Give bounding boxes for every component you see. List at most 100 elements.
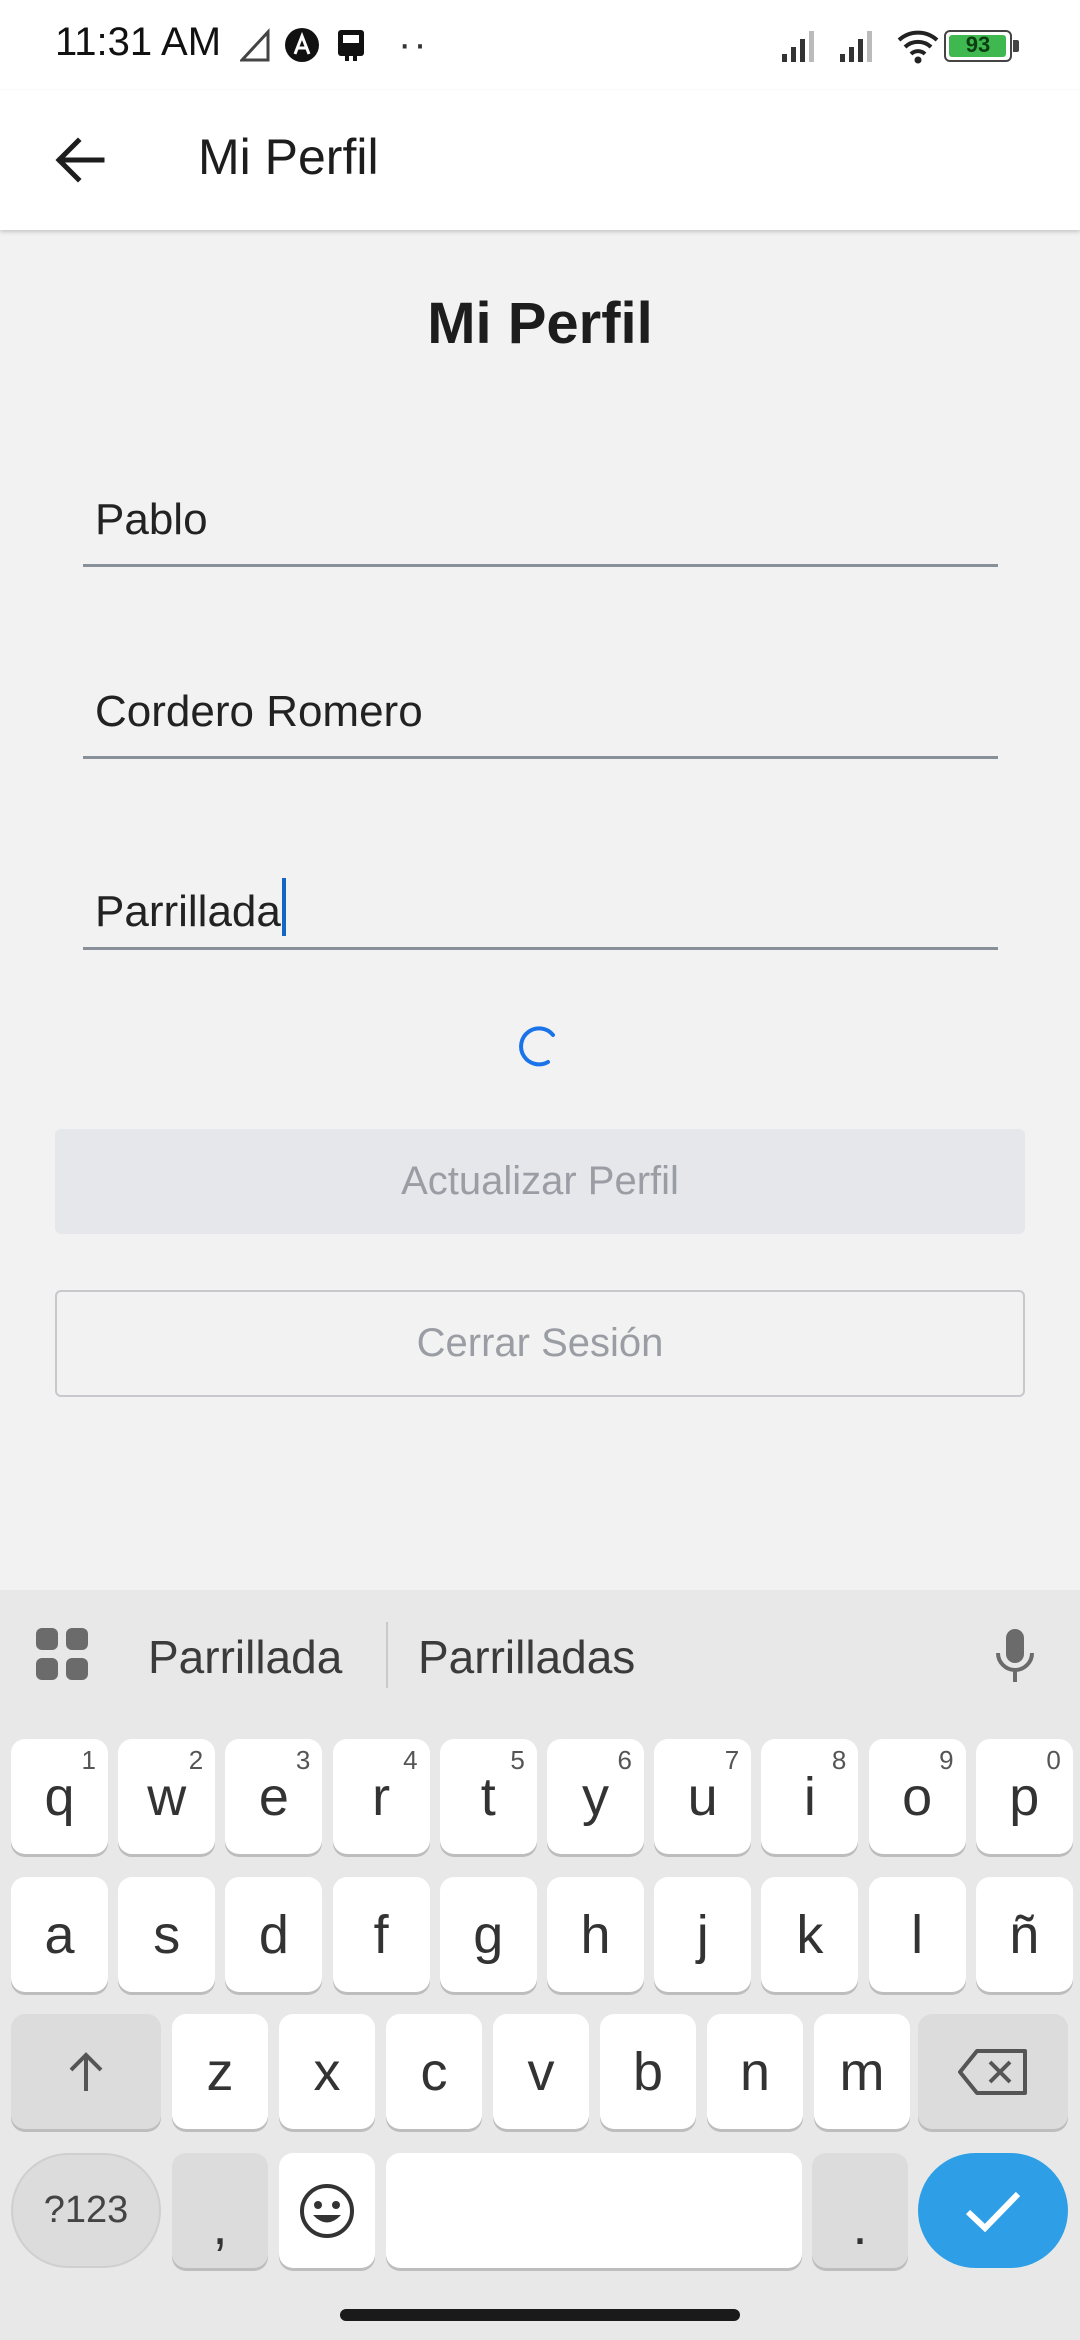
status-time: 11:31 AM [55, 20, 222, 64]
key-r[interactable]: r4 [332, 1739, 430, 1854]
page-title: Mi Perfil [427, 291, 653, 356]
key-v[interactable]: v [493, 2014, 589, 2129]
key-a-label: a [44, 1904, 75, 1965]
back-button[interactable] [40, 120, 120, 200]
text-cursor [281, 878, 286, 936]
key-h[interactable]: h [547, 1877, 644, 1992]
key-t[interactable]: t5 [439, 1739, 537, 1854]
notification-a-icon [285, 27, 319, 62]
suggestion-2[interactable]: Parrilladas [418, 1630, 635, 1684]
space-key[interactable] [386, 2153, 802, 2268]
key-x[interactable]: x [279, 2014, 375, 2129]
key-n-label: n [739, 2041, 771, 2102]
key-r-number-hint: 4 [403, 1745, 418, 1775]
period-key[interactable]: . [812, 2153, 908, 2268]
key-u-label: u [687, 1766, 718, 1827]
microphone-icon[interactable] [990, 1626, 1040, 1686]
key-q-number-hint: 1 [81, 1745, 96, 1775]
logout-button[interactable]: Cerrar Sesión [55, 1290, 1025, 1397]
key-p-number-hint: 0 [1046, 1745, 1061, 1775]
key-e-label: e [258, 1766, 289, 1827]
signal-off-icon [240, 27, 270, 61]
key-f[interactable]: f [332, 1877, 430, 1992]
key-o[interactable]: o9 [868, 1739, 966, 1854]
app-bar: Mi Perfil [0, 90, 1080, 230]
key-t-number-hint: 5 [510, 1745, 525, 1775]
shift-arrow-icon [69, 2051, 103, 2091]
suggestion-1[interactable]: Parrillada [148, 1630, 342, 1684]
backspace-key[interactable] [918, 2014, 1068, 2129]
key-f-label: f [373, 1904, 389, 1965]
key-y-number-hint: 6 [617, 1745, 632, 1775]
key-q[interactable]: q1 [11, 1739, 108, 1854]
enter-key[interactable] [918, 2153, 1068, 2268]
emoji-key[interactable] [279, 2153, 375, 2268]
key-w-label: w [147, 1766, 187, 1827]
key-y-label: y [582, 1766, 609, 1827]
key-q-label: q [44, 1766, 75, 1827]
key-w[interactable]: w2 [118, 1739, 216, 1854]
key-i[interactable]: i8 [761, 1739, 859, 1854]
more-notifications-dots: ·· [398, 22, 429, 66]
key-g[interactable]: g [439, 1877, 537, 1992]
key-i-label: i [803, 1766, 816, 1827]
emoji-icon [300, 2183, 354, 2238]
last-name-value: Cordero Romero [95, 687, 423, 736]
key-z-label: z [206, 2041, 234, 2102]
symbols-key[interactable]: ?123 [11, 2153, 161, 2268]
status-icons-right [780, 28, 940, 64]
key-d-label: d [258, 1904, 289, 1965]
key-l[interactable]: l [868, 1877, 966, 1992]
signal-icon [782, 31, 814, 62]
arrow-left-icon [55, 137, 105, 183]
comma-key[interactable]: , [172, 2153, 268, 2268]
key-b[interactable]: b [600, 2014, 696, 2129]
battery-level: 93 [965, 32, 991, 57]
key-d[interactable]: d [225, 1877, 323, 1992]
last-name-field[interactable]: Cordero Romero [83, 669, 998, 759]
key-n[interactable]: n [707, 2014, 803, 2129]
shift-key[interactable] [11, 2014, 161, 2129]
wifi-icon [897, 30, 939, 64]
key-u[interactable]: u7 [654, 1739, 752, 1854]
key-s[interactable]: s [118, 1877, 216, 1992]
key-j-label: j [696, 1904, 709, 1965]
key-s-label: s [153, 1904, 181, 1965]
key-o-label: o [902, 1766, 933, 1827]
first-name-value: Pablo [95, 495, 208, 544]
app-bar-title: Mi Perfil [198, 129, 379, 185]
favorite-dish-text: Parrillada [95, 878, 286, 937]
key-l-label: l [911, 1904, 924, 1965]
key-r-label: r [372, 1766, 391, 1827]
key-a[interactable]: a [11, 1877, 108, 1992]
loading-spinner-icon [519, 1026, 555, 1067]
key-v-label: v [527, 2041, 555, 2102]
status-bar: 11:31 AM ·· 93 [0, 0, 1080, 90]
apps-grid-icon[interactable] [33, 1625, 91, 1683]
backspace-icon [958, 2048, 1027, 2095]
key-m[interactable]: m [814, 2014, 910, 2129]
key-c-label: c [420, 2041, 448, 2102]
key-enye[interactable]: ñ [975, 1877, 1073, 1992]
key-g-label: g [473, 1904, 504, 1965]
key-u-number-hint: 7 [724, 1745, 740, 1775]
key-z[interactable]: z [172, 2014, 268, 2129]
first-name-field[interactable]: Pablo [83, 477, 998, 567]
key-k[interactable]: k [761, 1877, 859, 1992]
key-c[interactable]: c [386, 2014, 482, 2129]
key-y[interactable]: y6 [547, 1739, 644, 1854]
suggestion-bar: Parrillada Parrilladas [0, 1590, 1080, 1720]
battery-tip [1013, 40, 1019, 52]
home-indicator[interactable] [340, 2309, 740, 2321]
suggestion-divider [386, 1622, 388, 1688]
key-m-label: m [839, 2041, 885, 2102]
key-p[interactable]: p0 [975, 1739, 1073, 1854]
favorite-dish-field[interactable]: Parrillada [83, 860, 998, 950]
checkmark-icon [965, 2191, 1021, 2232]
key-o-number-hint: 9 [939, 1745, 954, 1775]
key-j[interactable]: j [654, 1877, 752, 1992]
update-profile-button[interactable]: Actualizar Perfil [55, 1129, 1025, 1234]
key-e[interactable]: e3 [225, 1739, 323, 1854]
key-k-label: k [796, 1904, 824, 1965]
key-e-number-hint: 3 [295, 1745, 311, 1775]
